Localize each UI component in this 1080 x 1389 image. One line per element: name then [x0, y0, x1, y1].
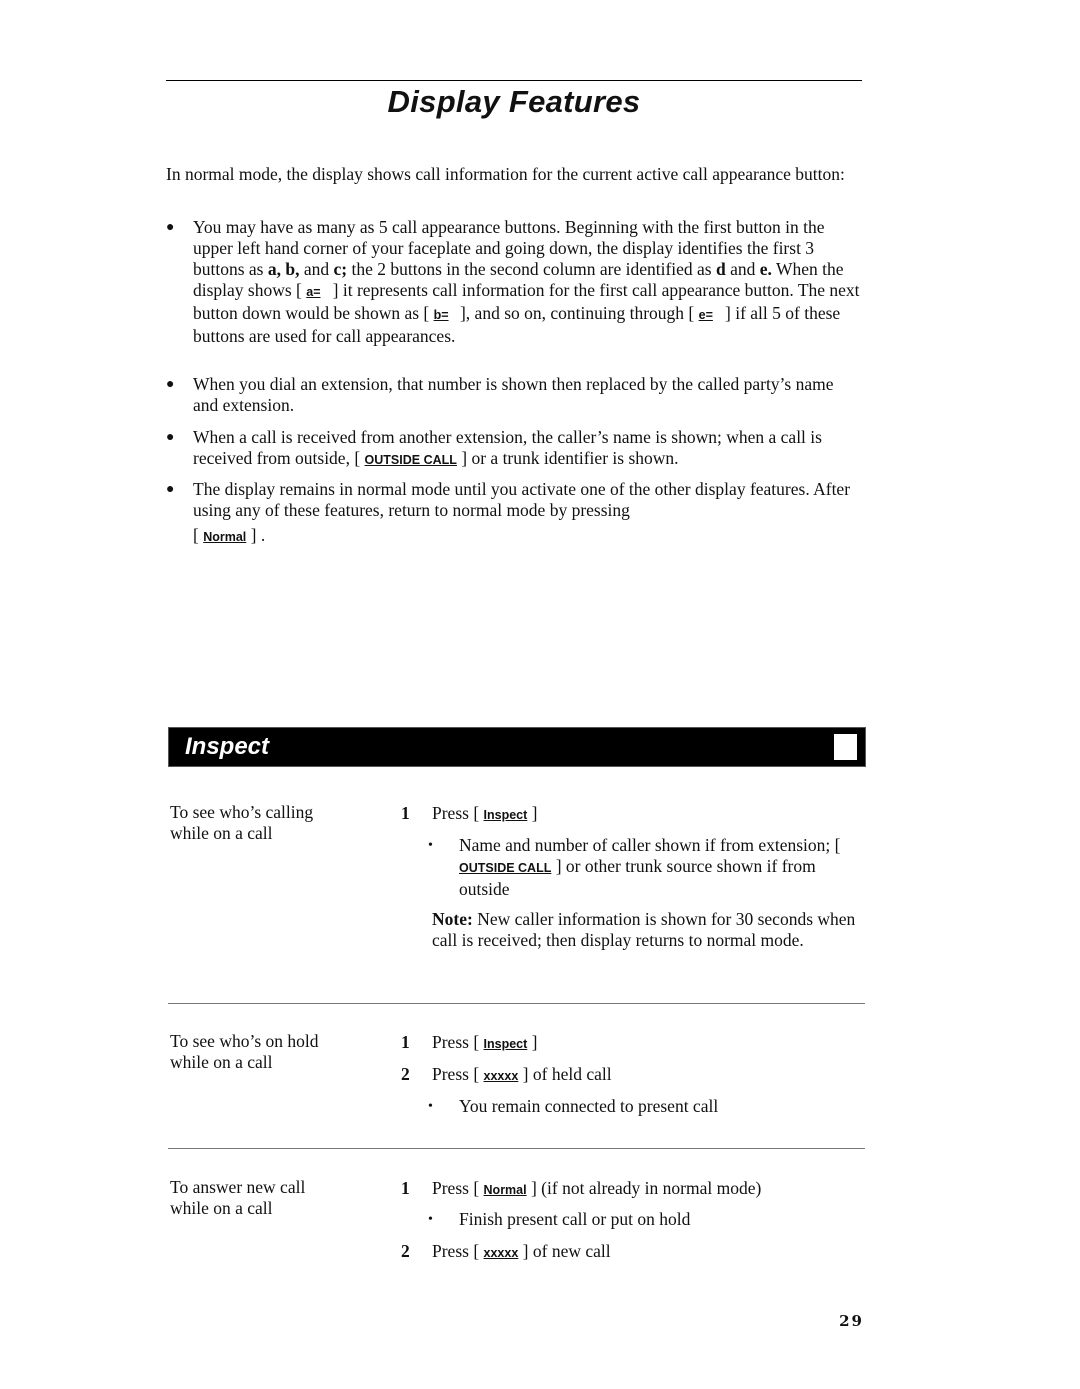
display-key-xxxxx: xxxxx: [483, 1246, 519, 1260]
bullet-text: When a call is received from another ext…: [193, 427, 822, 468]
display-key-inspect: Inspect: [483, 808, 528, 822]
display-key-e: e=: [698, 308, 713, 322]
display-key-normal: Normal: [483, 1183, 527, 1197]
intro-paragraph: In normal mode, the display shows call i…: [166, 164, 845, 184]
divider: [168, 1148, 865, 1149]
task-label-who-calling: To see who’s calling while on a call: [170, 802, 314, 843]
bullet-text: When you dial an extension, that number …: [193, 374, 834, 415]
bullet-icon: ●: [166, 220, 175, 235]
bullet-icon: •: [428, 838, 433, 853]
page-title: Display Features: [387, 84, 641, 119]
display-key-outside-call: OUTSIDE CALL: [459, 861, 552, 875]
display-key-normal: Normal: [203, 530, 247, 544]
bullet-icon: ●: [166, 482, 175, 497]
section-banner-inspect: Inspect: [168, 727, 866, 767]
task-label-answer-new-call: To answer new call while on a call: [170, 1177, 306, 1218]
display-key-inspect: Inspect: [483, 1037, 528, 1051]
task-label-who-on-hold: To see who’s on hold while on a call: [170, 1031, 319, 1072]
page-number: 29: [839, 1312, 864, 1330]
tab-marker-icon: [834, 734, 857, 760]
display-key-outside-call: OUTSIDE CALL: [364, 453, 457, 467]
note: Note: New caller information is shown fo…: [432, 909, 856, 950]
bullet-icon: •: [428, 1099, 433, 1114]
bullet-text: The display remains in normal mode until…: [193, 479, 851, 545]
bullet-icon: •: [428, 1212, 433, 1227]
top-rule: [166, 80, 862, 81]
section-title: Inspect: [185, 733, 270, 760]
bullet-text: You may have as many as 5 call appearanc…: [193, 217, 860, 346]
divider: [168, 1003, 865, 1004]
bullet-icon: ●: [166, 430, 175, 445]
display-key-a: a=: [306, 285, 321, 299]
display-key-xxxxx: xxxxx: [483, 1069, 519, 1083]
bullet-icon: ●: [166, 377, 175, 392]
display-key-b: b=: [433, 308, 449, 322]
